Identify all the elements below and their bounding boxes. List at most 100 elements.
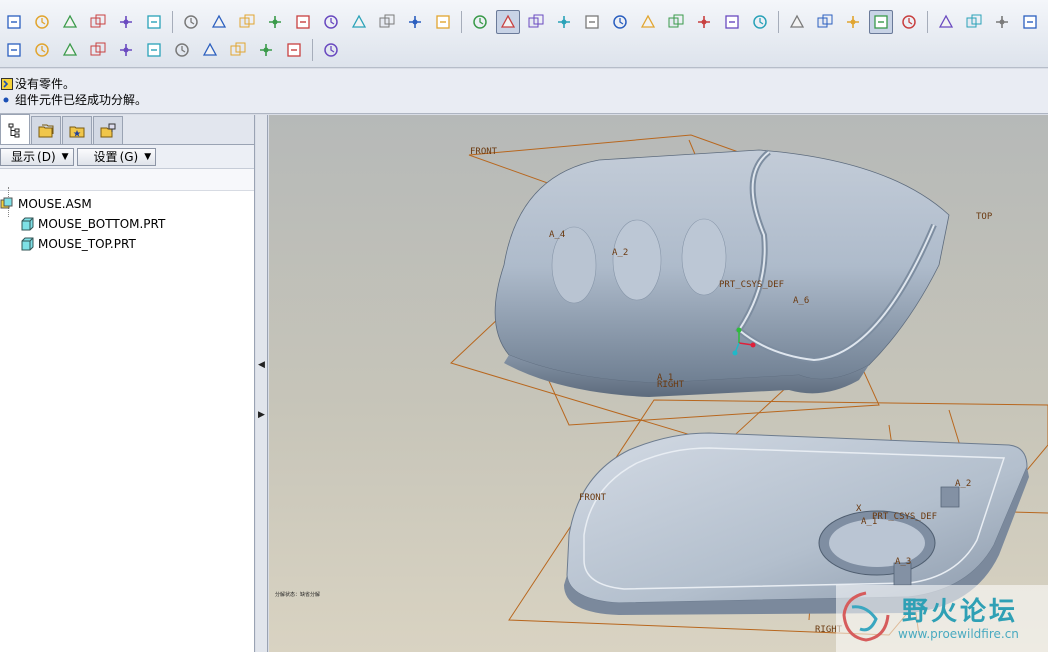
recipients-button[interactable] (142, 10, 166, 34)
save-icon (62, 14, 78, 28)
zoom-in-button[interactable] (580, 10, 604, 34)
show-key: (D) (37, 149, 56, 164)
navigator-panel: 显示 (D) ▼ 设置 (G) ▼ MOUSE.ASM MOUSE_BOTTOM… (0, 114, 255, 652)
datum-label-top: TOP (976, 212, 993, 222)
message-text-2: 组件元件已经成功分解。 (15, 93, 148, 107)
toolbar-separator (927, 11, 928, 33)
axis-label-a4: A_4 (549, 230, 566, 240)
tree-item-mouse-top[interactable]: MOUSE_TOP.PRT (0, 234, 254, 254)
tree-item-mouse-asm[interactable]: MOUSE.ASM (0, 194, 254, 214)
orient-mode-button[interactable] (524, 10, 548, 34)
user-button[interactable] (254, 38, 278, 62)
appearance-button[interactable] (2, 38, 26, 62)
datum-axes-button[interactable] (962, 10, 986, 34)
tree-header-row (0, 169, 254, 191)
layers-button[interactable] (720, 10, 744, 34)
shade-icon (202, 42, 218, 56)
graphics-window[interactable]: FRONT TOP RIGHT PRT_CSYS_DEF A_4 A_2 A_6… (269, 115, 1048, 652)
copy-icon (269, 16, 281, 28)
save-button[interactable] (58, 10, 82, 34)
spin-center-button[interactable] (496, 10, 520, 34)
regenerate-button[interactable] (347, 10, 371, 34)
pan-icon (558, 16, 570, 28)
model-tree-button[interactable] (226, 38, 250, 62)
environment-button[interactable] (30, 38, 54, 62)
datum-axes-icon (966, 14, 982, 28)
scene-button[interactable] (142, 38, 166, 62)
open-file-icon (35, 15, 49, 29)
datum-display-button[interactable] (282, 38, 306, 62)
favorites-tab[interactable] (62, 116, 92, 144)
no-hidden-button[interactable] (841, 10, 865, 34)
toolbar-separator (172, 11, 173, 33)
wireframe-icon (789, 14, 805, 28)
paste-button[interactable] (291, 10, 315, 34)
connections-tab[interactable] (93, 116, 123, 144)
csys-button[interactable] (1018, 10, 1042, 34)
refit-button[interactable] (636, 10, 660, 34)
shading-edges-icon (902, 15, 916, 29)
reorient-button[interactable] (664, 10, 688, 34)
repaint-button[interactable] (468, 10, 492, 34)
datum-planes-button[interactable] (934, 10, 958, 34)
shade-button[interactable] (198, 38, 222, 62)
print-icon (90, 14, 106, 28)
regen-manager-button[interactable] (375, 10, 399, 34)
send-mail-button[interactable] (114, 10, 138, 34)
tree-item-mouse-bottom[interactable]: MOUSE_BOTTOM.PRT (0, 214, 254, 234)
undo-button[interactable] (179, 10, 203, 34)
zoom-out-button[interactable] (608, 10, 632, 34)
settings-label: 设置 (93, 150, 118, 164)
hidden-line-button[interactable] (813, 10, 837, 34)
part-icon (21, 217, 34, 231)
panel-toolbar: 显示 (D) ▼ 设置 (G) ▼ (0, 145, 254, 169)
watermark: 野火论坛 www.proewildfire.cn (836, 585, 1048, 652)
copy-button[interactable] (263, 10, 287, 34)
folder-browser-tab[interactable] (31, 116, 61, 144)
print-button[interactable] (86, 10, 110, 34)
find-icon (409, 16, 421, 28)
lights-button[interactable] (86, 38, 110, 62)
panel-splitter[interactable]: ◀ ▶ (256, 115, 268, 652)
forum-logo (842, 591, 890, 642)
axis-label-a1: A_1 (657, 373, 674, 383)
datum-label-front-bottom: FRONT (579, 493, 607, 503)
message-line-1: 没有零件。 (1, 76, 1048, 92)
new-file-button[interactable] (2, 10, 26, 34)
select-box-button[interactable] (431, 10, 455, 34)
orient-mode-icon (528, 14, 544, 28)
datum-display-icon (287, 43, 301, 57)
pan-button[interactable] (552, 10, 576, 34)
axis-label-a3-bottom: A_3 (895, 557, 912, 567)
scene-icon (147, 43, 161, 57)
find-button[interactable] (403, 10, 427, 34)
cut-icon (239, 14, 255, 28)
datum-points-button[interactable] (990, 10, 1014, 34)
shading-button[interactable] (869, 10, 893, 34)
part-icon (21, 237, 34, 251)
expand-right-icon[interactable]: ▶ (257, 408, 266, 422)
saved-views-icon (698, 16, 710, 28)
show-dropdown[interactable]: 显示 (D) ▼ (0, 147, 74, 166)
perspective-button[interactable] (114, 38, 138, 62)
collapse-left-icon[interactable]: ◀ (257, 358, 266, 372)
toolbar-separator (778, 11, 779, 33)
view-manager-button[interactable] (748, 10, 772, 34)
datum-label-front: FRONT (470, 147, 498, 157)
appearance-icon (7, 43, 21, 57)
saved-views-button[interactable] (692, 10, 716, 34)
cut-button[interactable] (235, 10, 259, 34)
reorient-icon (668, 14, 684, 28)
perspective-icon (120, 44, 132, 56)
settings-dropdown[interactable]: 设置 (G) ▼ (76, 147, 157, 166)
shading-edges-button[interactable] (897, 10, 921, 34)
help-context-button[interactable] (319, 38, 343, 62)
open-file-button[interactable] (30, 10, 54, 34)
tree-item-label: MOUSE_BOTTOM.PRT (38, 217, 166, 231)
color-palette-button[interactable] (170, 38, 194, 62)
redo-button[interactable] (207, 10, 231, 34)
wireframe-button[interactable] (785, 10, 809, 34)
paste-special-button[interactable] (319, 10, 343, 34)
model-tree-tab[interactable] (0, 114, 30, 144)
terrain-button[interactable] (58, 38, 82, 62)
